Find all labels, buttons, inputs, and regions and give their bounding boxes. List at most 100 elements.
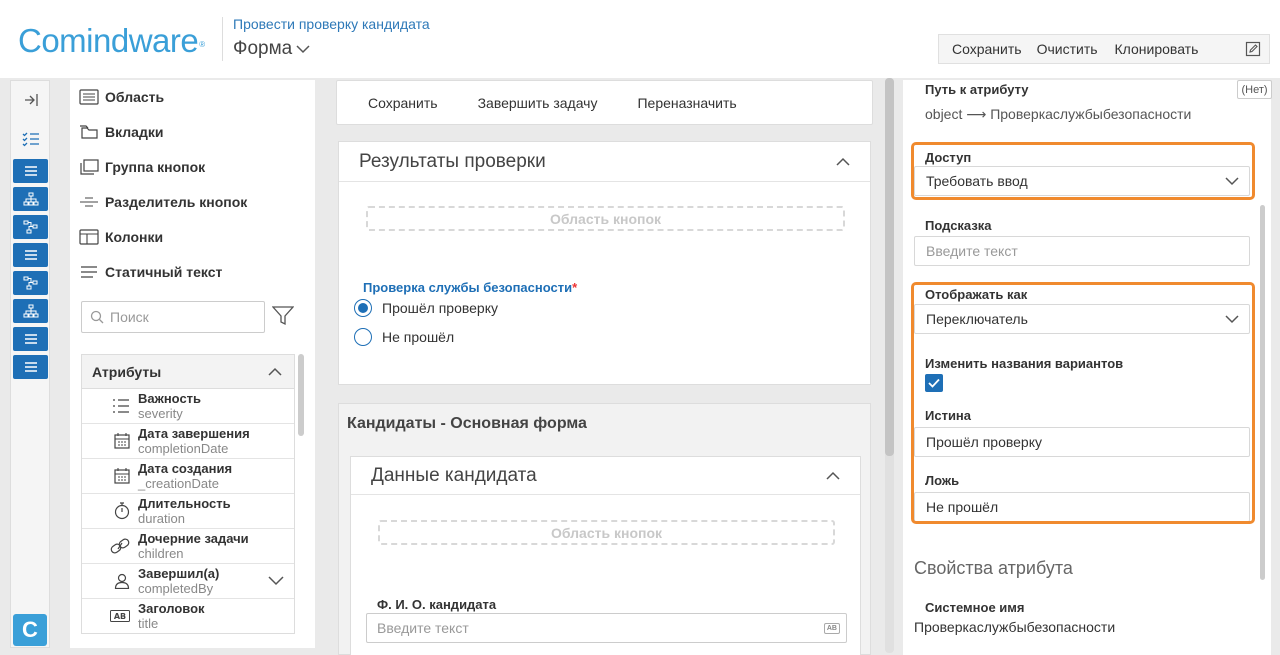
chevron-up-icon[interactable]	[826, 471, 840, 480]
attribute-row[interactable]: Завершил(а) completedBy	[82, 564, 294, 599]
breadcrumb-link[interactable]: Провести проверку кандидата	[233, 16, 430, 32]
comindware-app-icon[interactable]: C	[13, 614, 47, 646]
center-scrollbar-thumb[interactable]	[885, 78, 894, 456]
text-ab-icon: AB	[110, 610, 130, 622]
properties-panel: Путь к атрибуту object ⟶ Проверкаслужбыб…	[903, 80, 1271, 655]
calendar-icon	[114, 433, 130, 449]
link-icon	[110, 538, 130, 554]
columns-icon	[79, 229, 99, 245]
chevron-up-icon[interactable]	[836, 157, 850, 166]
button-area-placeholder[interactable]: Область кнопок	[366, 206, 845, 231]
filter-icon[interactable]	[272, 306, 294, 326]
chevron-up-icon[interactable]	[268, 367, 282, 376]
results-card-title: Результаты проверки	[359, 150, 546, 172]
candidate-data-card[interactable]: Данные кандидата Область кнопок Ф. И. О.…	[350, 456, 861, 655]
attribute-row[interactable]: Дочерние задачи children	[82, 529, 294, 564]
rail-button-list-2[interactable]	[13, 243, 48, 267]
header-clone-button[interactable]: Клонировать	[1110, 41, 1211, 57]
hint-input[interactable]: Введите текст	[914, 236, 1250, 266]
radio-button-selected[interactable]	[354, 299, 372, 317]
path-value: object ⟶ Проверкаслужбыбезопасности	[925, 106, 1192, 122]
list-icon	[113, 399, 129, 413]
candidates-main-form[interactable]: Кандидаты - Основная форма Данные кандид…	[338, 403, 871, 655]
tool-tabs[interactable]: Вкладки	[79, 124, 163, 140]
rail-button-flow-2[interactable]	[13, 271, 48, 295]
attribute-row[interactable]: Длительность duration	[82, 494, 294, 529]
header-save-button[interactable]: Сохранить	[939, 41, 1034, 57]
lines-icon	[24, 250, 37, 260]
tool-area[interactable]: Область	[79, 89, 164, 105]
toolbox-panel: Область Вкладки Группа кнопок Разделител…	[70, 80, 315, 648]
rail-button-flow[interactable]	[13, 215, 48, 239]
complete-task-button[interactable]: Завершить задачу	[478, 95, 598, 111]
rail-button-hierarchy[interactable]	[13, 187, 48, 211]
attribute-row[interactable]: Важность severity	[82, 389, 294, 424]
hint-label: Подсказка	[925, 218, 992, 233]
results-card[interactable]: Результаты проверки Область кнопок Прове…	[338, 141, 871, 385]
text-type-icon: AB	[823, 622, 840, 634]
toolbox-search-input[interactable]: Поиск	[81, 301, 265, 333]
rail-button-hierarchy-2[interactable]	[13, 299, 48, 323]
rail-button-list[interactable]	[13, 159, 48, 183]
save-button[interactable]: Сохранить	[368, 95, 438, 111]
attribute-row[interactable]: Дата завершения completionDate	[82, 424, 294, 459]
tool-button-group[interactable]: Группа кнопок	[79, 159, 205, 175]
candidates-form-title: Кандидаты - Основная форма	[347, 415, 587, 432]
attribute-row[interactable]: Дата создания _creationDate	[82, 459, 294, 494]
lines-icon	[24, 166, 37, 176]
reassign-button[interactable]: Переназначить	[637, 95, 736, 111]
header-clear-button[interactable]: Очистить	[1034, 41, 1110, 57]
left-rail: C	[10, 80, 50, 648]
form-toolbar: Сохранить Завершить задачу Переназначить	[336, 80, 873, 125]
calendar-icon	[114, 468, 130, 484]
system-name-label: Системное имя	[925, 600, 1025, 615]
chevron-down-icon	[296, 45, 310, 54]
hierarchy-icon	[23, 304, 38, 318]
checklist-icon[interactable]	[22, 131, 40, 147]
button-area-placeholder[interactable]: Область кнопок	[378, 520, 835, 545]
results-card-header[interactable]: Результаты проверки	[339, 142, 870, 182]
comindware-logo[interactable]: Comindware®	[18, 21, 205, 61]
header-toolbar: Сохранить Очистить Клонировать	[938, 34, 1270, 64]
tool-button-separator[interactable]: Разделитель кнопок	[79, 194, 247, 210]
attribute-row[interactable]: AB Заголовок title	[82, 599, 294, 633]
attribute-properties-title: Свойства атрибута	[914, 558, 1073, 578]
svg-text:AB: AB	[114, 612, 126, 621]
attributes-header[interactable]: Атрибуты	[82, 355, 294, 389]
properties-scrollbar[interactable]	[1260, 205, 1265, 580]
path-label: Путь к атрибуту	[925, 82, 1029, 97]
tool-columns[interactable]: Колонки	[79, 229, 163, 245]
none-badge: (Нет)	[1237, 80, 1272, 99]
radio-button[interactable]	[354, 328, 372, 346]
radio-option-passed[interactable]: Прошёл проверку	[354, 299, 498, 317]
app-header: Comindware® Провести проверку кандидата …	[0, 0, 1280, 78]
stopwatch-icon	[114, 502, 130, 520]
separator-icon	[80, 197, 98, 207]
lines-icon	[24, 362, 37, 372]
candidate-name-label: Ф. И. О. кандидата	[377, 597, 497, 612]
system-name-value: Проверкаслужбыбезопасности	[914, 619, 1116, 635]
candidate-data-header[interactable]: Данные кандидата	[351, 457, 860, 495]
radio-option-failed[interactable]: Не прошёл	[354, 328, 454, 346]
search-icon	[90, 310, 104, 324]
user-icon	[114, 573, 130, 589]
tool-static-text[interactable]: Статичный текст	[79, 264, 222, 280]
highlight-frame	[911, 142, 1255, 200]
form-selector[interactable]: Форма	[233, 38, 310, 60]
edit-icon[interactable]	[1245, 41, 1261, 57]
candidate-name-input[interactable]: Введите текст AB	[366, 613, 847, 643]
rail-button-list-3[interactable]	[13, 327, 48, 351]
flow-icon	[23, 276, 37, 290]
rail-button-list-4[interactable]	[13, 355, 48, 379]
chevron-down-icon[interactable]	[268, 576, 284, 586]
folder-tabs-icon	[80, 125, 98, 139]
header-divider	[222, 17, 223, 61]
hierarchy-icon	[23, 192, 38, 206]
form-title: Форма	[233, 38, 293, 59]
lines-icon	[24, 334, 37, 344]
toolbox-scrollbar[interactable]	[298, 354, 304, 436]
question-label[interactable]: Проверка службы безопасности*	[363, 280, 577, 295]
button-group-icon	[80, 159, 99, 175]
flow-icon	[23, 220, 37, 234]
collapse-arrow-icon[interactable]	[23, 93, 39, 107]
